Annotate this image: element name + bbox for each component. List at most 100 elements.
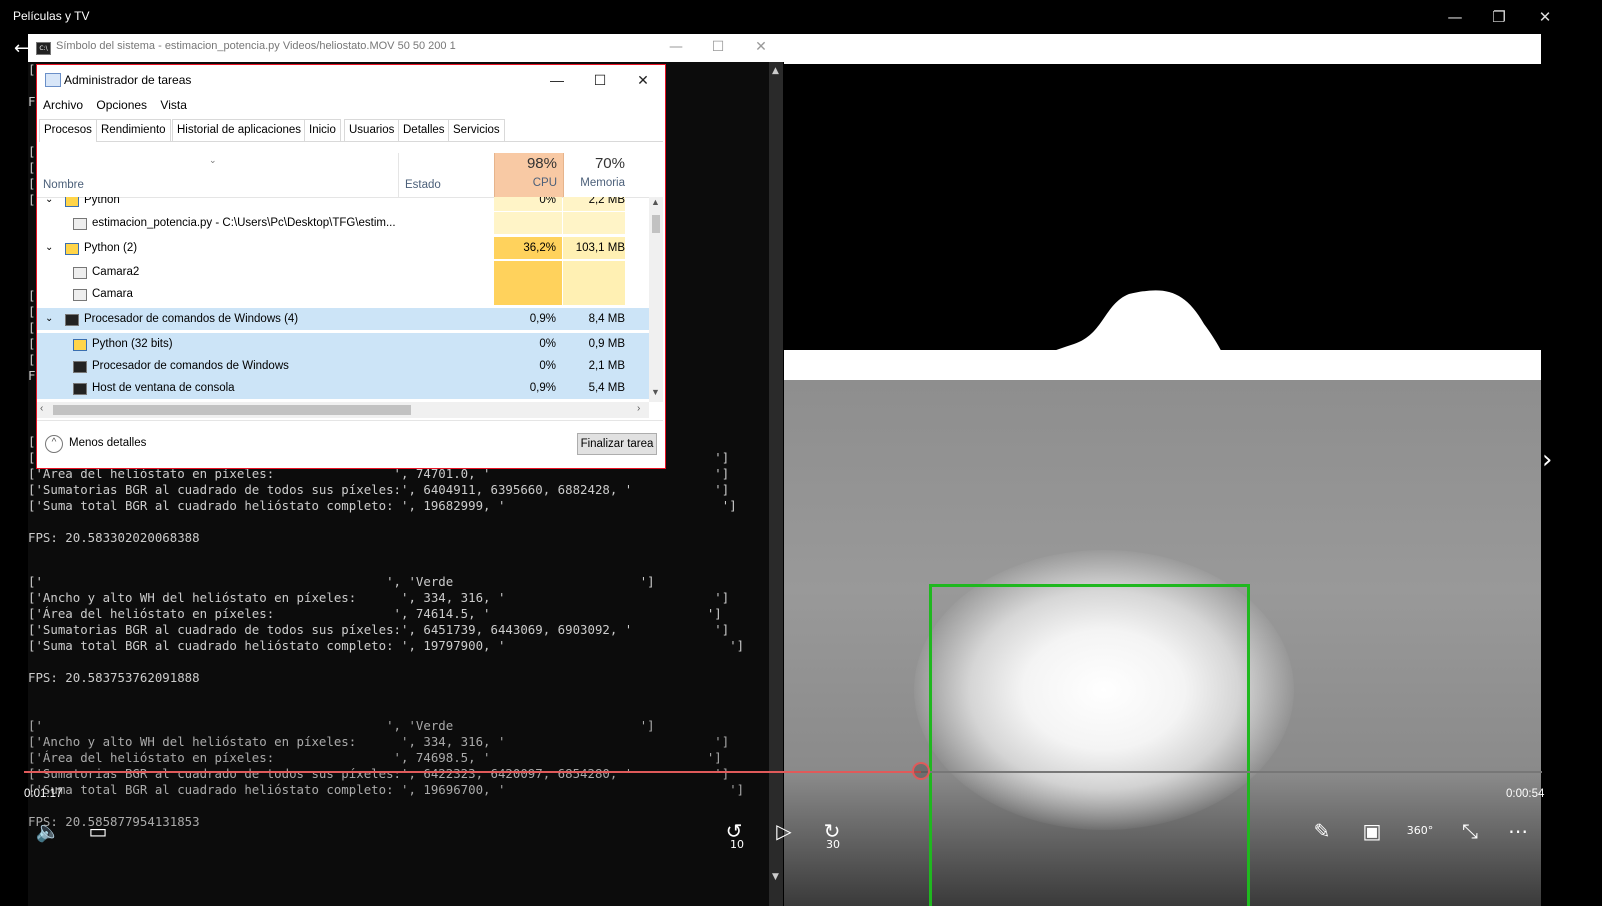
- exit-fullscreen-icon[interactable]: ⤡: [1454, 815, 1486, 847]
- end-task-button[interactable]: Finalizar tarea: [577, 433, 657, 455]
- process-name: Python (2): [84, 242, 138, 254]
- tab-usuarios[interactable]: Usuarios: [344, 119, 400, 141]
- process-row-selected[interactable]: Host de ventana de consola 0,9% 5,4 MB: [37, 377, 649, 399]
- cmd-icon: C:\: [36, 42, 51, 55]
- more-icon[interactable]: ⋯: [1502, 815, 1534, 847]
- expand-chevron-icon[interactable]: ⌄: [45, 308, 53, 330]
- close-button[interactable]: ✕: [1530, 6, 1560, 28]
- forward-30-icon[interactable]: ↻ 30: [816, 815, 848, 851]
- mini-view-icon[interactable]: ▣: [1356, 815, 1388, 847]
- next-chevron-icon[interactable]: ›: [1542, 445, 1552, 475]
- process-mem: [563, 261, 625, 283]
- cpu-label: CPU: [532, 177, 557, 189]
- tm-minimize-button[interactable]: —: [537, 67, 577, 93]
- scroll-right-icon[interactable]: ›: [637, 403, 640, 414]
- minimize-button[interactable]: —: [1440, 6, 1470, 28]
- less-details-link[interactable]: Menos detalles: [69, 437, 146, 449]
- memory-total: 70%: [594, 155, 625, 172]
- process-row-selected[interactable]: ⌄ Procesador de comandos de Windows (4) …: [37, 308, 649, 330]
- tm-vertical-scrollbar[interactable]: ▲ ▼: [649, 197, 663, 402]
- volume-icon[interactable]: 🔈: [32, 815, 64, 847]
- script-icon: [73, 218, 87, 230]
- process-row-selected[interactable]: Python (32 bits) 0% 0,9 MB: [37, 333, 649, 355]
- cmd-minimize-button[interactable]: —: [664, 37, 688, 57]
- sort-chevron-icon[interactable]: ⌄: [209, 155, 217, 166]
- process-row[interactable]: Camara: [37, 283, 649, 305]
- video-top-bar: [784, 34, 1541, 64]
- seek-handle[interactable]: [912, 762, 930, 780]
- cpu-total: 98%: [526, 155, 557, 172]
- process-cpu: 0,9%: [529, 313, 556, 325]
- forward-30-label: 30: [826, 838, 840, 851]
- video-frame[interactable]: [784, 34, 1541, 906]
- process-row[interactable]: ⌄ Python (2) 36,2% 103,1 MB: [37, 237, 649, 259]
- tab-inicio[interactable]: Inicio: [304, 119, 341, 141]
- tm-tabs: Procesos Rendimiento Historial de aplica…: [39, 119, 663, 142]
- tab-servicios[interactable]: Servicios: [448, 119, 505, 141]
- task-manager-window[interactable]: Administrador de tareas — ☐ ✕ Archivo Op…: [36, 64, 666, 469]
- column-estado[interactable]: Estado: [405, 179, 441, 191]
- rewind-10-label: 10: [730, 838, 744, 851]
- tab-rendimiento[interactable]: Rendimiento: [96, 119, 171, 141]
- scroll-thumb[interactable]: [53, 405, 411, 415]
- rewind-10-icon[interactable]: ↺ 10: [718, 815, 750, 851]
- 360-icon[interactable]: 360°: [1404, 815, 1436, 847]
- cmd-close-button[interactable]: ✕: [749, 37, 773, 57]
- scroll-up-icon[interactable]: ▲: [772, 66, 779, 76]
- restore-button[interactable]: ❐: [1484, 6, 1514, 28]
- seek-bar[interactable]: [24, 771, 1542, 773]
- tm-horizontal-scrollbar[interactable]: ‹ ›: [37, 402, 649, 418]
- pen-icon[interactable]: ✎: [1306, 815, 1338, 847]
- scroll-up-icon[interactable]: ▲: [651, 197, 660, 207]
- process-name: Python (32 bits): [92, 338, 173, 350]
- cmd-icon: [65, 314, 79, 326]
- process-row[interactable]: Camara2: [37, 261, 649, 283]
- subtitles-icon[interactable]: ▭: [82, 815, 114, 847]
- expand-chevron-icon[interactable]: ⌄: [45, 237, 53, 259]
- process-mem: 5,4 MB: [588, 382, 625, 394]
- back-arrow-icon[interactable]: ←: [14, 38, 29, 59]
- scroll-down-icon[interactable]: ▼: [772, 872, 779, 882]
- tab-detalles[interactable]: Detalles: [398, 119, 450, 141]
- elapsed-time: 0:01:17: [24, 788, 63, 800]
- chevron-up-icon[interactable]: ^: [45, 435, 63, 453]
- tab-historial[interactable]: Historial de aplicaciones: [172, 119, 307, 141]
- cmd-scrollbar[interactable]: ▲ ▼: [769, 62, 783, 906]
- process-cpu: 0%: [494, 197, 562, 211]
- console-block-3: [' ', 'Verde '] ['Ancho y alto WH del he…: [28, 718, 745, 829]
- column-nombre[interactable]: Nombre: [43, 179, 84, 191]
- process-mem: 103,1 MB: [563, 237, 625, 259]
- scroll-thumb[interactable]: [652, 215, 660, 233]
- column-cpu[interactable]: 98% CPU: [494, 153, 564, 197]
- task-manager-icon: [45, 73, 61, 87]
- scroll-left-icon[interactable]: ‹: [40, 403, 43, 414]
- process-row[interactable]: estimacion_potencia.py - C:\Users\Pc\Des…: [37, 212, 649, 234]
- process-name: Camara: [92, 288, 133, 300]
- tm-maximize-button[interactable]: ☐: [580, 67, 620, 93]
- menu-opciones[interactable]: Opciones: [96, 98, 147, 112]
- cmd-maximize-button[interactable]: ☐: [706, 37, 730, 57]
- process-row-selected[interactable]: Procesador de comandos de Windows 0% 2,1…: [37, 355, 649, 377]
- expand-chevron-icon[interactable]: ⌄: [45, 197, 53, 211]
- app-title: Películas y TV: [13, 9, 90, 23]
- process-name: Procesador de comandos de Windows: [92, 360, 289, 372]
- tab-procesos[interactable]: Procesos: [39, 119, 97, 142]
- process-cpu: 0%: [539, 338, 556, 350]
- process-cpu: 0,9%: [529, 382, 556, 394]
- menu-archivo[interactable]: Archivo: [43, 98, 83, 112]
- process-row[interactable]: ⌄ Python 0% 2,2 MB: [37, 197, 649, 211]
- scroll-down-icon[interactable]: ▼: [651, 387, 660, 397]
- python-icon: [65, 197, 79, 207]
- play-icon[interactable]: ▷: [768, 815, 800, 847]
- tm-close-button[interactable]: ✕: [623, 67, 663, 93]
- cmd-icon: [73, 361, 87, 373]
- memory-label: Memoria: [580, 177, 625, 189]
- column-memoria[interactable]: 70% Memoria: [563, 153, 625, 197]
- menu-vista[interactable]: Vista: [160, 98, 186, 112]
- process-name: Procesador de comandos de Windows (4): [84, 313, 299, 325]
- python-icon: [73, 339, 87, 351]
- cmd-titlebar[interactable]: C:\ Símbolo del sistema - estimacion_pot…: [28, 34, 784, 62]
- console-block-2: [' ', 'Verde '] ['Ancho y alto WH del he…: [28, 574, 745, 685]
- process-name: Python: [84, 197, 120, 206]
- console-fragment: F: [28, 94, 36, 109]
